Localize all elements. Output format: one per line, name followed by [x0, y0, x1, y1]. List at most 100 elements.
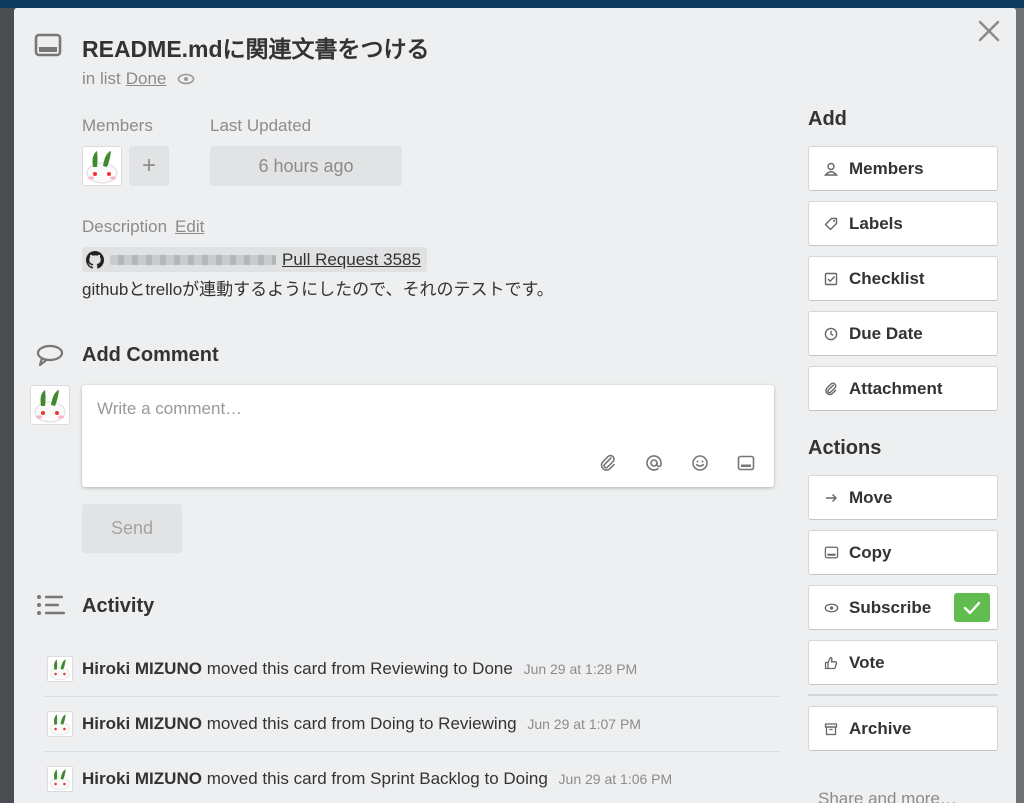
comment-toolbar: [598, 453, 756, 473]
copy-label: Copy: [849, 542, 892, 562]
archive-label: Archive: [849, 718, 912, 738]
last-updated-value: 6 hours ago: [210, 146, 402, 186]
github-pr-attachment[interactable]: Pull Request 3585: [82, 247, 427, 272]
add-attachment-label: Attachment: [849, 378, 943, 398]
card-sidebar: Add Members Labels Checklist Due Date At…: [808, 108, 998, 803]
card-detail-modal: README.mdに関連文書をつける in list Done Members …: [14, 8, 1016, 803]
emoji-button[interactable]: [690, 453, 710, 473]
activity-item: Hiroki MIZUNO moved this card from Revie…: [44, 642, 780, 697]
subscribe-button[interactable]: Subscribe: [808, 585, 998, 630]
activity-item: Hiroki MIZUNO moved this card from Doing…: [44, 697, 780, 752]
description-edit-link[interactable]: Edit: [175, 217, 204, 237]
clock-icon: [823, 326, 839, 342]
share-and-more-link[interactable]: Share and more…: [808, 789, 998, 803]
subscribed-checkmark: [954, 593, 990, 622]
add-labels-label: Labels: [849, 213, 903, 233]
paperclip-icon: [823, 381, 839, 397]
vote-button[interactable]: Vote: [808, 640, 998, 685]
add-due-date-button[interactable]: Due Date: [808, 311, 998, 356]
checkmark-icon: [963, 601, 981, 614]
activity-time[interactable]: Jun 29 at 1:28 PM: [524, 661, 638, 677]
actions-section-title: Actions: [808, 437, 882, 459]
activity-title: Activity: [82, 595, 155, 617]
activity-action: moved this card from Doing to Reviewing: [206, 714, 517, 733]
vote-label: Vote: [849, 652, 885, 672]
comment-input[interactable]: [97, 399, 757, 419]
activity-time[interactable]: Jun 29 at 1:06 PM: [559, 771, 673, 787]
at-sign-icon: [646, 455, 662, 471]
user-avatar[interactable]: [47, 656, 73, 682]
activity-user[interactable]: Hiroki MIZUNO: [82, 769, 202, 788]
activity-item: Hiroki MIZUNO moved this card from Sprin…: [44, 752, 780, 803]
eye-icon: [823, 600, 839, 616]
current-user-avatar: [30, 385, 70, 425]
activity-time[interactable]: Jun 29 at 1:07 PM: [527, 716, 641, 732]
activity-list: Hiroki MIZUNO moved this card from Revie…: [44, 642, 780, 803]
tag-icon: [823, 216, 839, 232]
card-icon: [823, 545, 839, 561]
description-header: Description Edit: [82, 217, 204, 237]
send-comment-button[interactable]: Send: [82, 504, 182, 553]
redacted-repo-name: [110, 254, 276, 265]
board-header-bar: [0, 0, 1024, 8]
close-button[interactable]: [976, 18, 1002, 44]
pull-request-link[interactable]: Pull Request 3585: [282, 250, 421, 270]
arrow-right-icon: [823, 490, 839, 506]
card-icon: [34, 33, 62, 62]
rabbit-avatar-icon: [34, 390, 66, 423]
add-section-title: Add: [808, 108, 847, 130]
last-updated-label: Last Updated: [210, 116, 312, 135]
activity-user[interactable]: Hiroki MIZUNO: [82, 714, 202, 733]
eye-icon: [177, 73, 195, 85]
user-avatar[interactable]: [47, 711, 73, 737]
activity-text: Hiroki MIZUNO moved this card from Doing…: [82, 714, 641, 734]
add-member-button[interactable]: +: [129, 146, 169, 186]
sidebar-divider: [808, 694, 998, 696]
subscribe-label: Subscribe: [849, 597, 932, 617]
card-icon: [737, 455, 755, 471]
person-icon: [823, 161, 839, 177]
activity-user[interactable]: Hiroki MIZUNO: [82, 659, 202, 678]
user-avatar[interactable]: [47, 766, 73, 792]
attach-button[interactable]: [598, 453, 618, 473]
move-card-button[interactable]: Move: [808, 475, 998, 520]
activity-text: Hiroki MIZUNO moved this card from Sprin…: [82, 769, 672, 789]
checkbox-icon: [823, 271, 839, 287]
activity-action: moved this card from Reviewing to Done: [206, 659, 513, 678]
card-link-button[interactable]: [736, 453, 756, 473]
speech-bubble-icon: [36, 344, 64, 373]
add-members-button[interactable]: Members: [808, 146, 998, 191]
close-icon: [978, 20, 1000, 42]
activity-action: moved this card from Sprint Backlog to D…: [206, 769, 548, 788]
paperclip-icon: [600, 454, 615, 471]
list-name-link[interactable]: Done: [126, 69, 167, 89]
member-avatar[interactable]: [82, 146, 122, 186]
rabbit-avatar-icon: [50, 769, 70, 791]
mention-button[interactable]: [644, 453, 664, 473]
copy-card-button[interactable]: Copy: [808, 530, 998, 575]
archive-box-icon: [823, 721, 839, 737]
rabbit-avatar-icon: [50, 659, 70, 681]
add-checklist-label: Checklist: [849, 268, 925, 288]
rabbit-avatar-icon: [86, 151, 118, 184]
card-title[interactable]: README.mdに関連文書をつける: [82, 30, 430, 64]
activity-list-icon: [36, 593, 66, 622]
members-label: Members: [82, 116, 153, 135]
archive-button[interactable]: Archive: [808, 706, 998, 751]
description-text: githubとtrelloが連動するようにしたので、それのテストです。: [82, 280, 554, 299]
github-icon: [86, 250, 104, 269]
add-due-date-label: Due Date: [849, 323, 923, 343]
move-label: Move: [849, 487, 893, 507]
comment-composer: [82, 385, 774, 487]
add-labels-button[interactable]: Labels: [808, 201, 998, 246]
add-comment-title: Add Comment: [82, 344, 219, 366]
description-label: Description: [82, 217, 168, 236]
rabbit-avatar-icon: [50, 714, 70, 736]
add-attachment-button[interactable]: Attachment: [808, 366, 998, 411]
smiley-icon: [692, 455, 708, 471]
add-members-label: Members: [849, 158, 924, 178]
card-list-info: in list Done: [82, 69, 195, 89]
in-list-prefix: in list: [82, 69, 121, 88]
add-checklist-button[interactable]: Checklist: [808, 256, 998, 301]
activity-text: Hiroki MIZUNO moved this card from Revie…: [82, 659, 637, 679]
